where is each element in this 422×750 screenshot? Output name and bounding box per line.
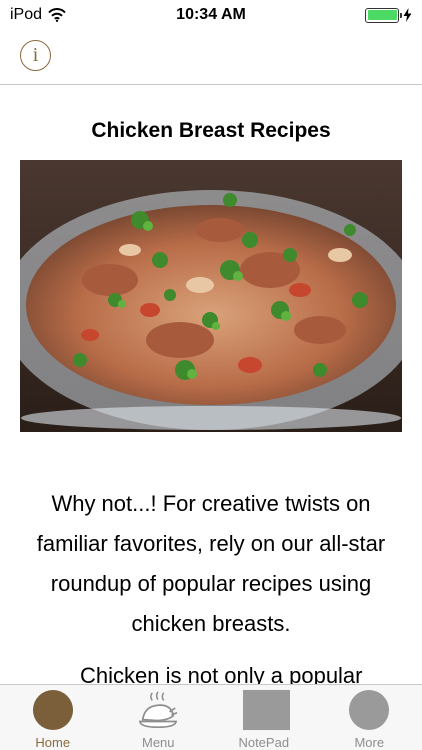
tab-more-label: More <box>354 735 385 750</box>
tab-notepad[interactable]: NotePad <box>211 685 317 750</box>
tab-notepad-label: NotePad <box>238 735 290 750</box>
tab-bar: Home Menu NotePad More <box>0 684 422 750</box>
notepad-icon <box>242 689 290 731</box>
info-icon: i <box>32 44 39 66</box>
more-icon <box>349 689 390 731</box>
tab-menu[interactable]: Menu <box>106 685 212 750</box>
recipe-content[interactable]: Chicken Breast Recipes Why not...! For c… <box>0 86 422 684</box>
tab-home-label: Home <box>35 735 71 750</box>
charging-icon <box>403 8 412 22</box>
wifi-icon <box>48 8 66 22</box>
carrier-label: iPod <box>10 6 43 23</box>
battery-fill <box>367 10 397 20</box>
tab-menu-label: Menu <box>141 735 175 750</box>
recipe-photo <box>20 160 402 432</box>
body-paragraph: Chicken is not only a popular <box>80 663 363 684</box>
info-button[interactable]: i <box>20 40 51 71</box>
status-bar: iPod 10:34 AM <box>0 0 422 30</box>
page-title: Chicken Breast Recipes <box>91 119 331 142</box>
roast-chicken-icon <box>139 691 178 729</box>
recipe-photo-image <box>20 160 402 432</box>
home-icon <box>32 689 73 731</box>
intro-paragraph: Why not...! For creative twists on famil… <box>36 491 386 636</box>
tab-more[interactable]: More <box>317 685 422 750</box>
tab-home[interactable]: Home <box>0 685 106 750</box>
status-right <box>365 7 412 23</box>
battery-icon <box>365 7 402 23</box>
navigation-bar: i <box>0 30 422 85</box>
status-left: iPod <box>10 6 66 24</box>
